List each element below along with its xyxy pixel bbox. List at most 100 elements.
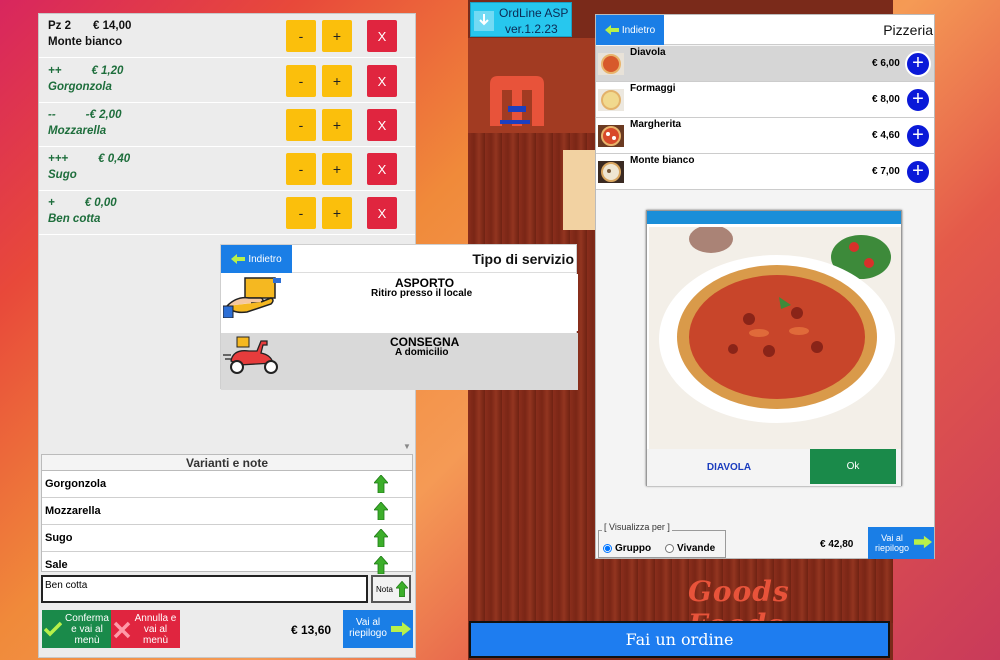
confirm-button[interactable]: Conferma e vai al menù [42, 610, 112, 648]
product-price: € 4,60 [872, 130, 900, 141]
arrow-up-icon[interactable] [374, 529, 388, 547]
cancel-label: Annulla e vai al menù [134, 613, 177, 646]
close-icon [113, 621, 131, 639]
view-by-radio-group[interactable] [603, 544, 612, 553]
modifier-qty-price: ++ € 1,20 [48, 65, 123, 77]
variant-row[interactable]: Mozzarella [42, 498, 412, 525]
delete-button[interactable]: X [367, 109, 397, 141]
service-type-dialog: Indietro Tipo di servizio ASPORTO Ritiro… [220, 244, 578, 390]
modifier-level: ++ [48, 65, 62, 77]
increase-button[interactable]: + [322, 197, 352, 229]
product-price: € 6,00 [872, 58, 900, 69]
pizza-thumbnail [598, 89, 624, 111]
product-price: € 7,00 [872, 166, 900, 177]
product-detail-popup: DIAVOLA Ok [646, 210, 902, 486]
modifier-name: Gorgonzola [48, 81, 112, 93]
item-price: € 14,00 [93, 20, 132, 32]
decrease-button[interactable]: - [286, 153, 316, 185]
product-row[interactable]: Diavola € 6,00 + [596, 46, 934, 82]
add-product-button[interactable]: + [905, 123, 931, 149]
increase-button[interactable]: + [322, 153, 352, 185]
variant-row[interactable]: Sugo [42, 525, 412, 552]
popup-product-name: DIAVOLA [706, 462, 752, 473]
menu-total: € 42,80 [820, 539, 854, 550]
arrow-right-icon [914, 535, 932, 549]
modifier-price: € 1,20 [91, 65, 124, 77]
modifier-level: +++ [48, 153, 69, 165]
go-to-summary-button[interactable]: Vai al riepilogo [343, 610, 413, 648]
item-quantity: Pz 2 [48, 20, 72, 32]
product-row[interactable]: Margherita € 4,60 + [596, 118, 934, 154]
view-by-option-label: Gruppo [615, 543, 652, 554]
ok-button[interactable]: Ok [810, 449, 896, 484]
arrow-up-icon[interactable] [374, 475, 388, 493]
variant-row[interactable]: Gorgonzola [42, 471, 412, 498]
app-version: ver.1.2.23 [505, 22, 558, 36]
service-option-delivery[interactable]: CONSEGNA A domicilio [221, 333, 578, 390]
order-item-main: Pz 2 € 14,00 Monte bianco - + X [39, 14, 415, 58]
arrow-up-icon[interactable] [374, 502, 388, 520]
place-order-button[interactable]: Fai un ordine [469, 621, 890, 658]
item-name: Monte bianco [48, 36, 123, 48]
product-row[interactable]: Monte bianco € 7,00 + [596, 154, 934, 190]
service-option-subtitle: Ritiro presso il locale [371, 288, 473, 299]
view-by-radio-dishes[interactable] [665, 544, 674, 553]
add-product-button[interactable]: + [905, 159, 931, 185]
summary-label: Vai al riepilogo [349, 617, 387, 639]
product-row[interactable]: Formaggi € 8,00 + [596, 82, 934, 118]
variant-name: Mozzarella [45, 505, 101, 517]
app-name: OrdLine ASP [499, 6, 569, 20]
delete-button[interactable]: X [367, 65, 397, 97]
increase-button[interactable]: + [322, 65, 352, 97]
decrease-button[interactable]: - [286, 65, 316, 97]
modifier-qty-price: + € 0,00 [48, 197, 117, 209]
service-option-takeaway[interactable]: ASPORTO Ritiro presso il locale [221, 274, 578, 331]
popup-footer: DIAVOLA Ok [647, 449, 901, 486]
order-modifier-row: ++ € 1,20 Gorgonzola - + X [39, 59, 415, 103]
delete-button[interactable]: X [367, 197, 397, 229]
add-product-button[interactable]: + [905, 87, 931, 113]
version-download-button[interactable]: OrdLine ASP ver.1.2.23 [470, 2, 572, 37]
delete-button[interactable]: X [367, 153, 397, 185]
product-name: Formaggi [630, 83, 676, 94]
decrease-button[interactable]: - [286, 197, 316, 229]
order-modifier-row: +++ € 0,40 Sugo - + X [39, 147, 415, 191]
order-total: € 13,60 [291, 623, 332, 637]
popup-title-bar [647, 211, 901, 224]
view-by-group: [ Visualizza per ] Gruppo Vivande [598, 522, 726, 558]
modifier-price: € 0,40 [98, 153, 131, 165]
service-option-subtitle: A domicilio [395, 347, 449, 358]
back-button[interactable]: Indietro [596, 15, 664, 45]
decrease-button[interactable]: - [286, 20, 316, 52]
delete-button[interactable]: X [367, 20, 397, 52]
increase-button[interactable]: + [322, 109, 352, 141]
view-by-option-dishes[interactable]: Vivande [665, 543, 715, 554]
modifier-price: -€ 2,00 [85, 109, 122, 121]
arrow-left-icon [604, 25, 619, 35]
note-input[interactable]: Ben cotta [41, 575, 368, 603]
back-button[interactable]: Indietro [221, 245, 292, 273]
brand-logo-icon [490, 76, 544, 126]
increase-button[interactable]: + [322, 20, 352, 52]
pizza-photo [649, 227, 901, 449]
add-note-button[interactable]: Nota [371, 575, 411, 603]
arrow-up-icon[interactable] [374, 556, 388, 574]
cancel-button[interactable]: Annulla e vai al menù [111, 610, 180, 648]
order-modifier-row: -- -€ 2,00 Mozzarella - + X [39, 103, 415, 147]
scroll-down-icon[interactable]: ▼ [403, 442, 411, 451]
download-icon [474, 11, 494, 31]
decrease-button[interactable]: - [286, 109, 316, 141]
variant-name: Sale [45, 559, 68, 571]
check-icon [44, 621, 62, 637]
add-product-button[interactable]: + [905, 51, 931, 77]
view-by-legend: [ Visualizza per ] [602, 522, 672, 532]
modifier-name: Sugo [48, 169, 77, 181]
confirm-label: Conferma e vai al menù [65, 613, 109, 646]
modifier-level: -- [48, 109, 56, 121]
product-name: Margherita [630, 119, 682, 130]
view-by-option-group[interactable]: Gruppo [603, 543, 651, 554]
arrow-up-icon [395, 581, 408, 597]
pizza-image-icon [649, 227, 901, 449]
product-name: Monte bianco [630, 155, 695, 166]
go-to-summary-button[interactable]: Vai al riepilogo [868, 527, 934, 559]
